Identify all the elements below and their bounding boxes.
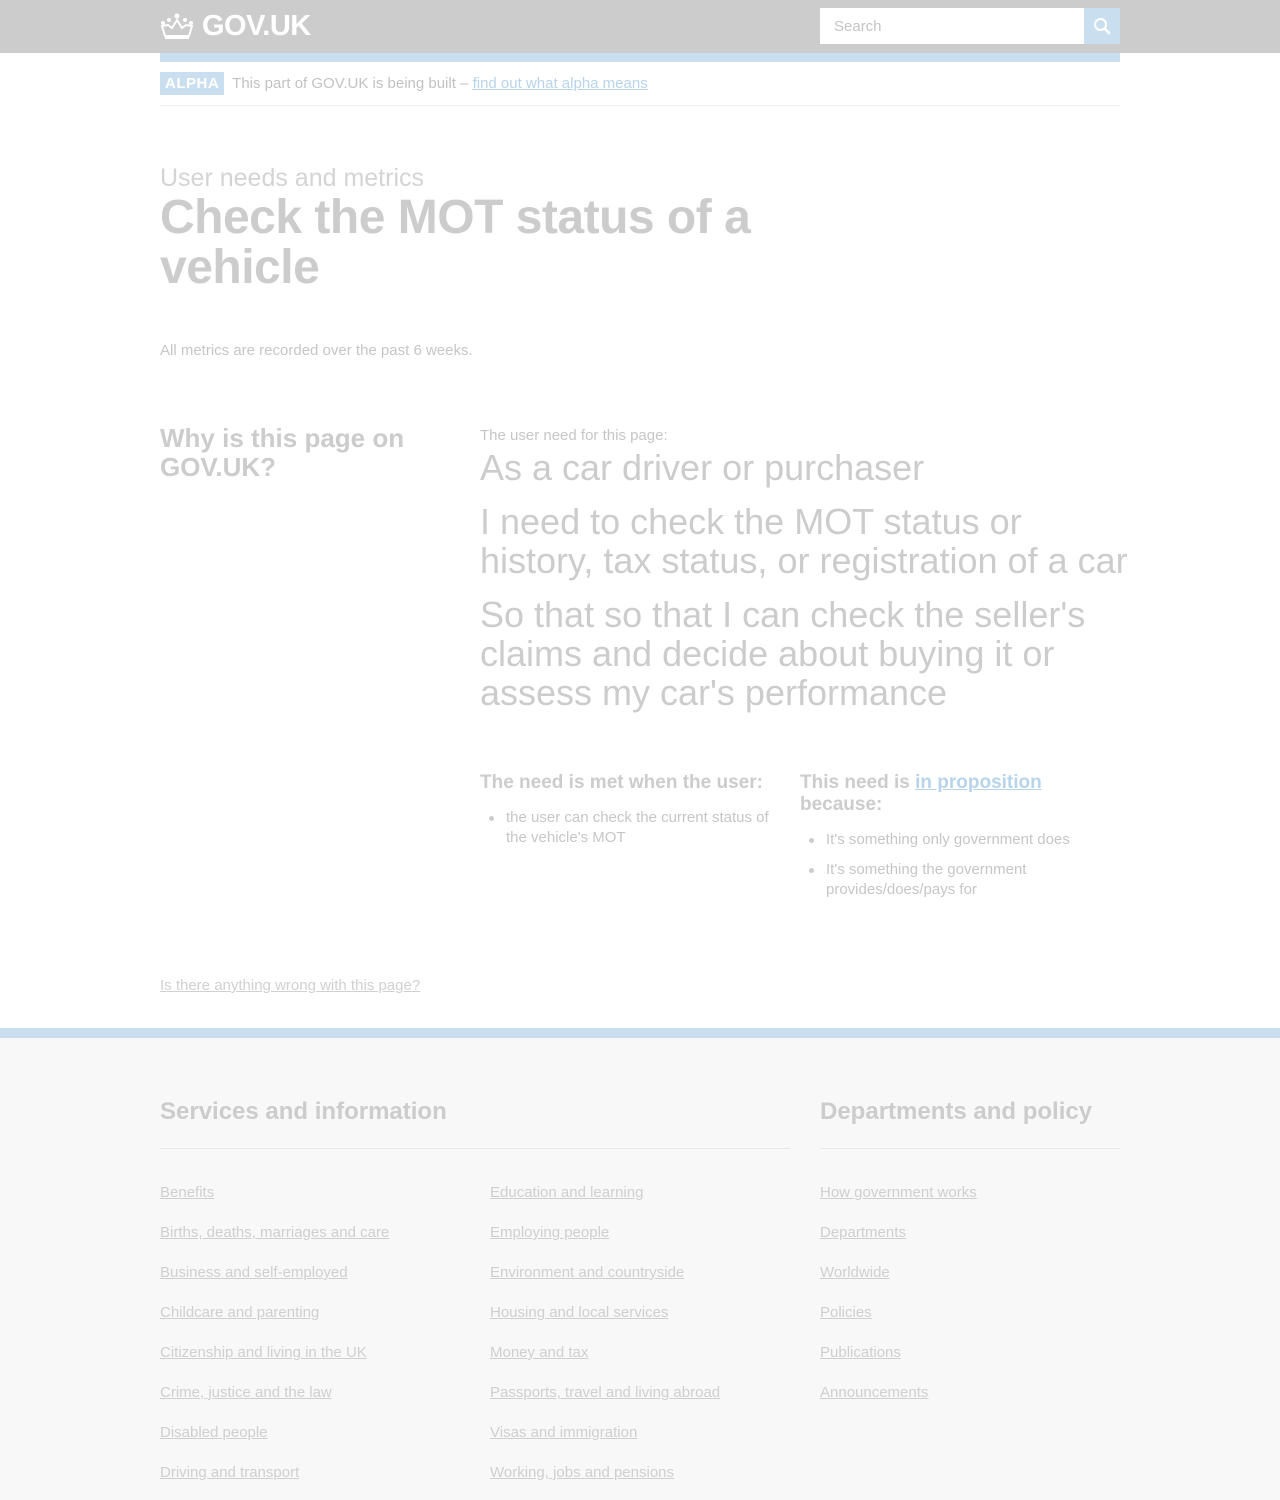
proposition-heading-after: because: <box>800 794 883 815</box>
footer-link[interactable]: Money and tax <box>490 1344 588 1361</box>
site-header: GOV.UK <box>0 0 1280 53</box>
footer-item: Education and learning <box>490 1183 720 1223</box>
proposition-heading: This need is in proposition because: <box>800 772 1120 816</box>
need-met-heading: The need is met when the user: <box>480 772 763 793</box>
footer-link[interactable]: Employing people <box>490 1224 609 1241</box>
footer-link[interactable]: How government works <box>820 1184 977 1201</box>
need-as-a: As a car driver or purchaser <box>480 447 925 488</box>
footer-link[interactable]: Policies <box>820 1304 872 1321</box>
footer-link[interactable]: Environment and countryside <box>490 1264 684 1281</box>
why-heading: Why is this page on GOV.UK? <box>160 423 405 482</box>
proposition-list: It's something only government does It's… <box>800 830 1120 900</box>
user-need-statement: As a car driver or purchaser I need to c… <box>480 448 1130 727</box>
search-button[interactable] <box>1084 8 1120 44</box>
page-subtitle: User needs and metrics <box>160 164 425 192</box>
list-item: It's something the government provides/d… <box>800 860 1120 900</box>
services-heading: Services and information <box>160 1098 447 1125</box>
footer-link[interactable]: Births, deaths, marriages and care <box>160 1224 389 1241</box>
proposition-link[interactable]: in proposition <box>915 772 1042 793</box>
footer-item: Benefits <box>160 1183 389 1223</box>
footer-item: Births, deaths, marriages and care <box>160 1223 389 1263</box>
header-accent-bar <box>160 53 1120 62</box>
need-so-that: So that so that I can check the seller's… <box>480 594 1086 713</box>
footer-link[interactable]: Passports, travel and living abroad <box>490 1384 720 1401</box>
footer-item: Driving and transport <box>160 1463 389 1500</box>
departments-list: How government works Departments Worldwi… <box>820 1183 977 1423</box>
footer-link[interactable]: Departments <box>820 1224 906 1241</box>
footer-link[interactable]: Publications <box>820 1344 901 1361</box>
footer-link[interactable]: Citizenship and living in the UK <box>160 1344 367 1361</box>
services-list-2: Education and learning Employing people … <box>490 1183 720 1500</box>
footer-item: How government works <box>820 1183 977 1223</box>
footer-item: Housing and local services <box>490 1303 720 1343</box>
search-form <box>820 8 1120 44</box>
phase-message: This part of GOV.UK is being built – <box>232 75 473 92</box>
search-input[interactable] <box>820 8 1084 44</box>
logo-text: GOV.UK <box>202 9 311 42</box>
footer-link[interactable]: Education and learning <box>490 1184 643 1201</box>
footer-link[interactable]: Business and self-employed <box>160 1264 348 1281</box>
crown-icon <box>160 13 194 39</box>
departments-divider <box>820 1148 1120 1149</box>
search-icon <box>1094 18 1111 35</box>
footer-link[interactable]: Crime, justice and the law <box>160 1384 332 1401</box>
site-footer: Services and information Departments and… <box>0 1028 1280 1500</box>
page-title: Check the MOT status of a vehicle <box>160 191 751 294</box>
list-item: It's something only government does <box>800 830 1120 850</box>
footer-item: Announcements <box>820 1383 977 1423</box>
footer-item: Publications <box>820 1343 977 1383</box>
list-item: the user can check the current status of… <box>480 808 790 848</box>
footer-link[interactable]: Benefits <box>160 1184 214 1201</box>
footer-link[interactable]: Visas and immigration <box>490 1424 637 1441</box>
report-problem-link[interactable]: Is there anything wrong with this page? <box>160 977 420 994</box>
footer-item: Worldwide <box>820 1263 977 1303</box>
footer-item: Crime, justice and the law <box>160 1383 389 1423</box>
need-met-list: the user can check the current status of… <box>480 808 790 848</box>
need-i-need: I need to check the MOT status or histor… <box>480 501 1128 581</box>
proposition-heading-before: This need is <box>800 772 916 793</box>
footer-item: Money and tax <box>490 1343 720 1383</box>
need-label: The user need for this page: <box>480 427 668 444</box>
footer-item: Citizenship and living in the UK <box>160 1343 389 1383</box>
departments-heading: Departments and policy <box>820 1098 1093 1125</box>
footer-link[interactable]: Disabled people <box>160 1424 268 1441</box>
govuk-logo-link[interactable]: GOV.UK <box>160 10 311 42</box>
services-divider <box>160 1148 790 1149</box>
footer-item: Working, jobs and pensions <box>490 1463 720 1500</box>
alpha-info-link[interactable]: find out what alpha means <box>473 75 648 92</box>
need-met-section: The need is met when the user: the user … <box>480 772 790 858</box>
footer-item: Disabled people <box>160 1423 389 1463</box>
phase-text: This part of GOV.UK is being built – fin… <box>232 72 648 95</box>
footer-item: Business and self-employed <box>160 1263 389 1303</box>
phase-tag: ALPHA <box>160 72 225 95</box>
footer-item: Policies <box>820 1303 977 1343</box>
footer-item: Employing people <box>490 1223 720 1263</box>
footer-item: Visas and immigration <box>490 1423 720 1463</box>
proposition-section: This need is in proposition because: It'… <box>800 772 1120 910</box>
footer-item: Departments <box>820 1223 977 1263</box>
footer-link[interactable]: Worldwide <box>820 1264 890 1281</box>
footer-link[interactable]: Driving and transport <box>160 1464 299 1481</box>
services-list-1: Benefits Births, deaths, marriages and c… <box>160 1183 389 1500</box>
footer-link[interactable]: Childcare and parenting <box>160 1304 319 1321</box>
footer-link[interactable]: Announcements <box>820 1384 928 1401</box>
phase-banner: ALPHA This part of GOV.UK is being built… <box>160 72 1120 106</box>
footer-item: Childcare and parenting <box>160 1303 389 1343</box>
footer-item: Environment and countryside <box>490 1263 720 1303</box>
footer-link[interactable]: Working, jobs and pensions <box>490 1464 674 1481</box>
footer-link[interactable]: Housing and local services <box>490 1304 668 1321</box>
footer-item: Passports, travel and living abroad <box>490 1383 720 1423</box>
metrics-note: All metrics are recorded over the past 6… <box>160 342 473 359</box>
